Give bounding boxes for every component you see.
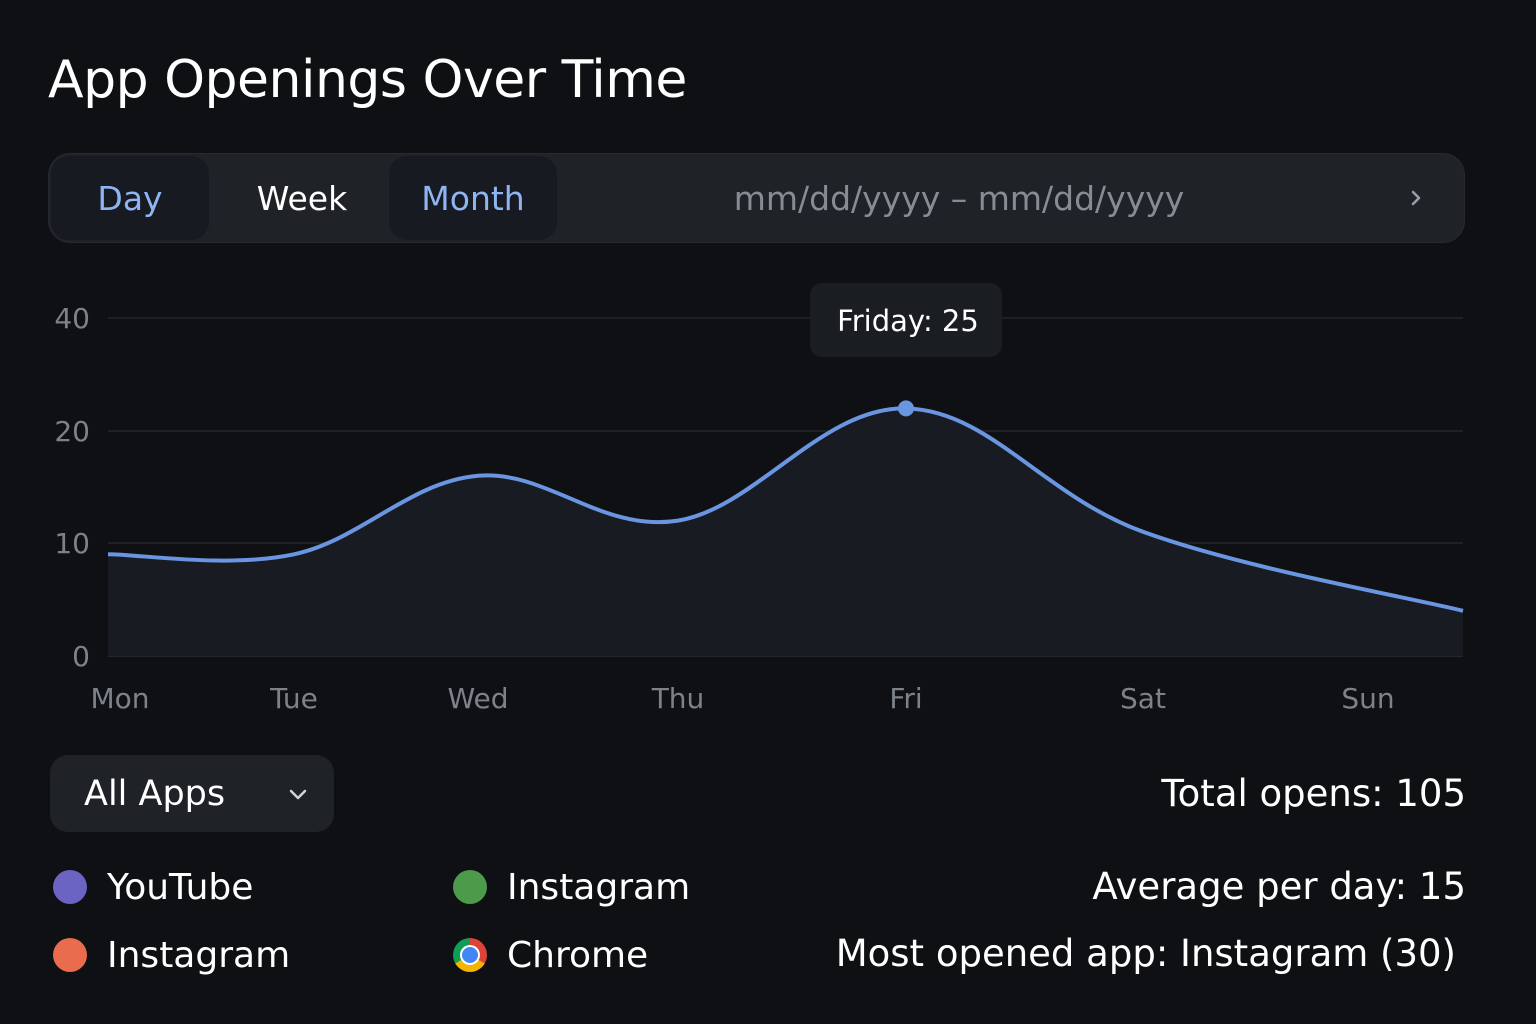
youtube-color-dot [53,870,87,904]
line-chart: 40 20 10 0 Mon Tue Wed Thu Fri Sat Sun Friday: 25 [54,283,1464,715]
app-filter-label: All Apps [84,773,226,814]
legend-item-youtube: YouTube [53,862,253,912]
tooltip-label: Friday: 25 [837,304,979,338]
y-tick-label: 20 [54,415,90,448]
average-per-day: Average per day: 15 [1092,865,1466,908]
instagram-color-dot [453,870,487,904]
most-opened-app: Most opened app: Instagram (30) [835,932,1456,975]
y-tick-label: 10 [54,527,90,560]
legend-label: Instagram [107,934,291,976]
total-opens: Total opens: 105 [1161,772,1466,815]
chrome-icon [453,938,487,972]
x-tick-label: Thu [651,682,705,715]
chevron-down-icon [286,782,310,806]
x-tick-label: Wed [447,682,508,715]
x-tick-label: Fri [889,682,922,715]
legend-label: Instagram [507,866,691,908]
x-tick-label: Sat [1120,682,1166,715]
area-fill [108,408,1463,656]
app-filter-dropdown[interactable]: All Apps [50,755,334,832]
legend-item-chrome: Chrome [453,930,648,980]
x-tick-label: Mon [90,682,149,715]
x-tick-label: Sun [1341,682,1394,715]
y-tick-label: 0 [72,640,90,673]
legend-label: YouTube [107,866,254,908]
x-tick-label: Tue [269,682,318,715]
highlight-point[interactable] [898,400,914,417]
legend-item-instagram-2: Instagram [53,930,290,980]
legend-item-instagram: Instagram [453,862,690,912]
legend-label: Chrome [507,934,649,976]
y-tick-label: 40 [54,302,90,335]
instagram-color-dot [53,938,87,972]
